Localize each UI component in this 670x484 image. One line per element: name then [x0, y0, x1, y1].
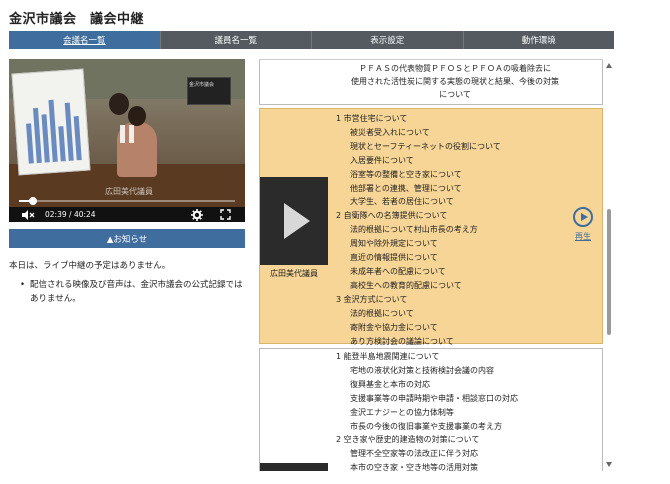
topic-line: 法的根拠について	[350, 308, 414, 318]
topic-heading: 1 能登半島地震関連について	[336, 352, 440, 361]
speech-entry[interactable]: 1 能登半島地震関連について 宅地の液状化対策と技術検討会議の内容 復興基金と本…	[259, 348, 603, 471]
volume-muted-icon[interactable]	[21, 209, 35, 221]
page-title: 金沢市議会 議会中継	[9, 12, 145, 27]
speaker-thumbnail[interactable]	[260, 177, 328, 265]
topic-line: 寄附金や協力金について	[350, 322, 438, 332]
topic-line: 法的根拠について村山市長の考え方	[350, 225, 478, 235]
topic-line: 直近の情報提供について	[350, 253, 438, 263]
speaker-thumbnail[interactable]	[260, 463, 328, 471]
presentation-board	[11, 68, 91, 176]
topic-line: 使用された活性炭に関する実態の現状と結果、今後の対策	[351, 77, 559, 86]
topic-line: 他部署との連携、管理について	[350, 183, 462, 193]
topic-heading: 2 空き家や歴史的建造物の対策について	[336, 435, 480, 445]
topic-line: ＰＦＡＳの代表物質ＰＦＯＳとＰＦＯＡの吸着除去に	[359, 64, 551, 73]
seek-bar[interactable]	[19, 197, 235, 205]
topic-line: 復興基金と本市の対応	[350, 379, 430, 389]
pause-icon[interactable]	[116, 125, 138, 145]
topic-line: 未成年者への配慮について	[350, 266, 446, 276]
topic-line: 浴室等の整備と空き家について	[350, 169, 462, 179]
topic-line: 宅地の液状化対策と技術検討会議の内容	[350, 365, 494, 375]
topic-line: 高校生への教育的配慮について	[350, 280, 462, 290]
live-status-text: 本日は、ライブ中継の予定はありません。	[9, 261, 171, 271]
speaker-name[interactable]: 広田美代議員	[260, 268, 328, 279]
topic-line: について	[439, 90, 471, 99]
tab-environment[interactable]: 動作環境	[464, 31, 615, 49]
tab-meeting-list[interactable]: 会議名一覧	[9, 31, 161, 49]
info-list: 配信される映像及び音声は、金沢市議会の公式記録ではありません。	[20, 278, 248, 306]
video-player[interactable]: 金沢市議会 広田美代議員 02:39 / 40:24	[9, 59, 245, 222]
scroll-up-icon[interactable]	[606, 63, 612, 68]
time-total: 40:24	[73, 210, 96, 219]
tab-member-list[interactable]: 議員名一覧	[161, 31, 312, 49]
main-nav: 会議名一覧 議員名一覧 表示設定 動作環境	[9, 31, 614, 49]
speech-entry-selected[interactable]: 広田美代議員 1 市営住宅について 被災者受入れについて 現状とセーフティーネッ…	[259, 108, 603, 346]
play-circle-icon	[573, 207, 593, 227]
topic-line: 市長の今後の復旧事業や支援事業の考え方	[350, 421, 502, 431]
topic-line: 管理不全空家等の法改正に伴う対応	[350, 449, 478, 459]
topic-list: 1 能登半島地震関連について 宅地の液状化対策と技術検討会議の内容 復興基金と本…	[336, 350, 518, 471]
speaker-caption: 広田美代議員	[105, 187, 153, 196]
gear-icon[interactable]	[191, 209, 203, 221]
speech-list: ＰＦＡＳの代表物質ＰＦＯＳとＰＦＯＡの吸着除去に 使用された活性炭に関する実態の…	[259, 59, 603, 471]
time-display: 02:39 / 40:24	[45, 210, 96, 219]
monitor-label: 金沢市議会	[189, 82, 215, 88]
list-scrollbar[interactable]	[603, 59, 614, 471]
topic-line: 現状とセーフティーネットの役割について	[350, 141, 501, 151]
topic-heading: 1 市営住宅について	[336, 114, 408, 123]
time-separator: /	[69, 210, 72, 219]
speech-entry[interactable]: ＰＦＡＳの代表物質ＰＦＯＳとＰＦＯＡの吸着除去に 使用された活性炭に関する実態の…	[259, 60, 603, 105]
replay-button[interactable]: 再生	[570, 207, 596, 242]
topic-line: 金沢エナジーとの協力体制等	[350, 407, 454, 417]
tab-display-settings[interactable]: 表示設定	[312, 31, 464, 49]
topic-heading: 2 自衛隊への名簿提供について	[336, 211, 448, 221]
topic-line: 本市の空き家・空き地等の活用対策	[350, 463, 478, 471]
time-current: 02:39	[45, 210, 67, 219]
player-controls: 02:39 / 40:24	[9, 207, 245, 222]
topic-line: あり方検討会の議論について	[350, 336, 454, 346]
topic-line: 支援事業等の申請時期や申請・相談窓口の対応	[350, 393, 518, 403]
scroll-down-icon[interactable]	[606, 462, 612, 467]
topic-heading: 3 金沢方式について	[336, 294, 408, 304]
fullscreen-icon[interactable]	[220, 209, 231, 220]
notice-toggle-button[interactable]: ▲お知らせ	[9, 229, 245, 248]
video-frame: 金沢市議会 広田美代議員	[9, 59, 245, 207]
topic-line: 被災者受入れについて	[350, 127, 430, 137]
replay-link[interactable]: 再生	[570, 231, 596, 242]
topic-list: ＰＦＡＳの代表物質ＰＦＯＳとＰＦＯＡの吸着除去に 使用された活性炭に関する実態の…	[324, 62, 586, 101]
scrollbar-thumb[interactable]	[607, 209, 611, 335]
play-icon	[284, 203, 310, 239]
topic-line: 入居要件について	[350, 155, 414, 165]
topic-line: 大学生、若者の居住について	[350, 197, 454, 207]
topic-line: 周知や除外規定について	[350, 239, 438, 249]
list-item: 配信される映像及び音声は、金沢市議会の公式記録ではありません。	[20, 278, 248, 306]
topic-list: 1 市営住宅について 被災者受入れについて 現状とセーフティーネットの役割につい…	[336, 112, 501, 348]
